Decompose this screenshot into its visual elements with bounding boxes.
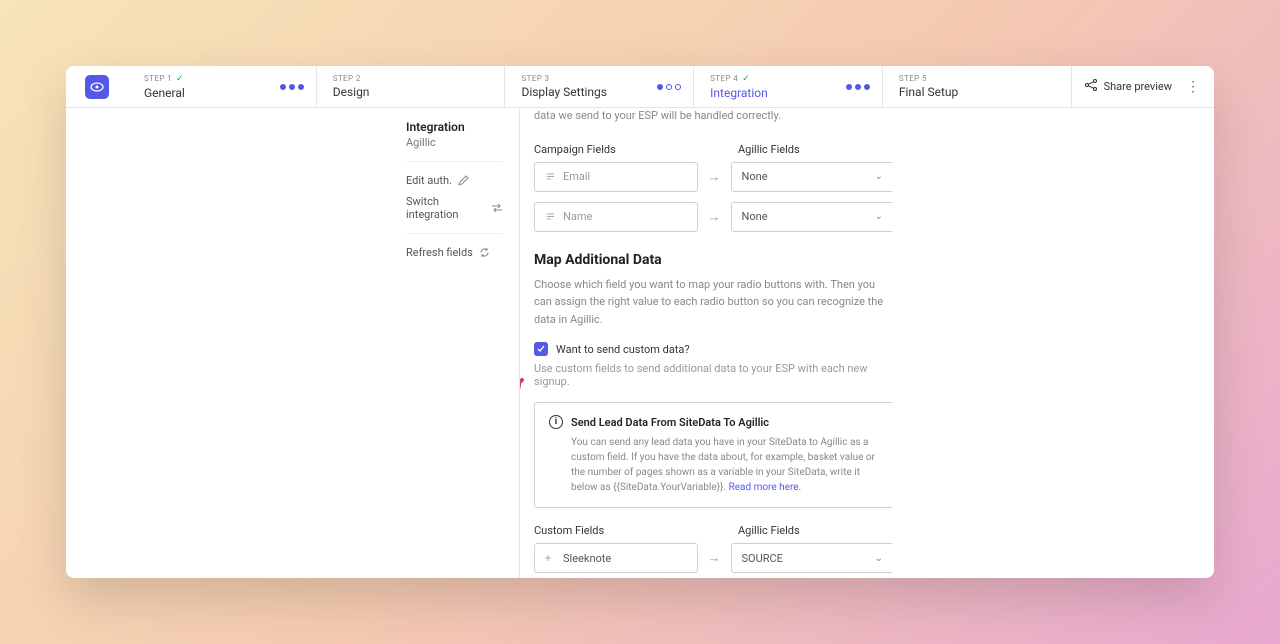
custom-agillic-select[interactable]: SOURCE ⌄ xyxy=(731,543,893,573)
plus-icon: + xyxy=(545,552,557,565)
refresh-fields-link[interactable]: Refresh fields xyxy=(406,246,503,259)
swap-icon xyxy=(491,202,503,214)
step-dots xyxy=(280,84,304,90)
share-icon xyxy=(1084,78,1098,95)
custom-data-checkbox[interactable] xyxy=(534,342,548,356)
refresh-icon xyxy=(479,247,491,259)
more-menu-button[interactable]: ⋮ xyxy=(1184,79,1202,95)
section-title: Map Additional Data xyxy=(534,252,892,268)
info-icon: i xyxy=(549,415,563,429)
step-design[interactable]: STEP 2 Design xyxy=(317,66,506,107)
step-dots xyxy=(657,84,681,90)
arrow-icon: → xyxy=(708,209,721,225)
custom-fields-label: Custom Fields xyxy=(534,524,690,537)
chevron-down-icon: ⌄ xyxy=(875,211,883,222)
chevron-down-icon: ⌄ xyxy=(875,171,883,182)
text-icon xyxy=(545,171,557,182)
app-window: STEP 1✓ General STEP 2 Design STEP 3 Dis… xyxy=(66,66,1214,578)
logo-icon xyxy=(85,75,109,99)
desc-trail: data we send to your ESP will be handled… xyxy=(534,108,892,125)
campaign-field-email[interactable]: Email xyxy=(534,162,698,192)
check-icon: ✓ xyxy=(176,74,184,84)
right-pad xyxy=(892,108,1214,578)
sidebar-heading: Integration xyxy=(406,120,503,134)
step-integration[interactable]: STEP 4✓ Integration xyxy=(694,66,883,107)
step-general[interactable]: STEP 1✓ General xyxy=(128,66,317,107)
custom-data-label: Want to send custom data? xyxy=(556,343,690,356)
share-preview-button[interactable]: Share preview xyxy=(1084,78,1172,95)
main-panel: data we send to your ESP will be handled… xyxy=(520,108,892,578)
check-icon: ✓ xyxy=(742,74,750,84)
switch-integration-link[interactable]: Switch integration xyxy=(406,195,503,221)
text-icon xyxy=(545,211,557,222)
agillic-fields-label-2: Agillic Fields xyxy=(738,524,892,537)
custom-field-input[interactable]: + Sleeknote xyxy=(534,543,698,573)
step-display-settings[interactable]: STEP 3 Display Settings xyxy=(505,66,694,107)
logo[interactable] xyxy=(66,66,128,107)
pencil-icon xyxy=(458,175,470,187)
read-more-link[interactable]: Read more here. xyxy=(729,482,802,493)
sidebar-sub: Agillic xyxy=(406,136,503,149)
agillic-field-email-select[interactable]: None ⌄ xyxy=(731,162,893,192)
topbar: STEP 1✓ General STEP 2 Design STEP 3 Dis… xyxy=(66,66,1214,108)
campaign-fields-label: Campaign Fields xyxy=(534,143,690,156)
left-pad xyxy=(66,108,390,578)
step-final-setup[interactable]: STEP 5 Final Setup xyxy=(883,66,1071,107)
steps: STEP 1✓ General STEP 2 Design STEP 3 Dis… xyxy=(128,66,1071,107)
topbar-right: Share preview ⋮ xyxy=(1071,66,1214,107)
section-desc: Choose which field you want to map your … xyxy=(534,276,892,329)
campaign-field-name[interactable]: Name xyxy=(534,202,698,232)
body: Integration Agillic Edit auth. Switch in… xyxy=(66,108,1214,578)
arrow-icon: → xyxy=(708,550,721,566)
agillic-fields-label: Agillic Fields xyxy=(738,143,892,156)
agillic-field-name-select[interactable]: None ⌄ xyxy=(731,202,893,232)
step-dots xyxy=(846,84,870,90)
info-box: i Send Lead Data From SiteData To Agilli… xyxy=(534,402,892,508)
chevron-down-icon: ⌄ xyxy=(875,553,883,564)
custom-data-helper: Use custom fields to send additional dat… xyxy=(534,362,892,388)
edit-auth-link[interactable]: Edit auth. xyxy=(406,174,503,187)
sidebar: Integration Agillic Edit auth. Switch in… xyxy=(390,108,520,578)
arrow-icon: → xyxy=(708,169,721,185)
